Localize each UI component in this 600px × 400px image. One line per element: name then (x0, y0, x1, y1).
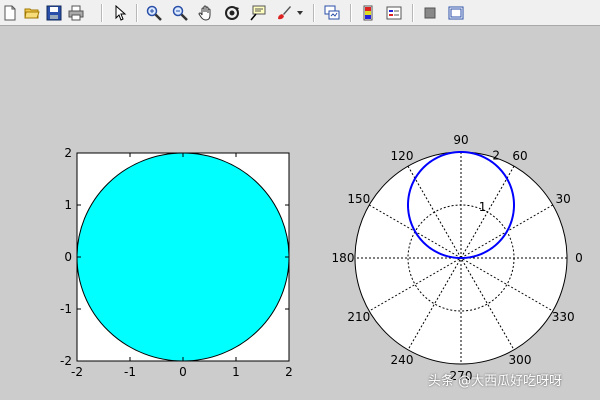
polar-angle-label: 30 (556, 192, 571, 206)
polar-angle-label: 150 (347, 192, 370, 206)
polar-angle-label: 120 (391, 149, 414, 163)
polar-angle-label: 300 (509, 353, 532, 367)
open-file-button[interactable] (22, 3, 42, 23)
printer-icon (68, 5, 84, 21)
toolbar-separator (350, 4, 352, 22)
legend-icon (386, 6, 402, 20)
save-figure-button[interactable] (44, 3, 64, 23)
figure-canvas: -2 -1 0 1 2 2 1 0 -1 -2 12 0 30 60 90 120 150 180 210 24… (0, 27, 600, 400)
zoom-out-icon (172, 5, 188, 21)
zoom-out-button[interactable] (170, 3, 190, 23)
toolbar-separator (101, 4, 103, 22)
chevron-down-icon (297, 11, 303, 15)
legend-button[interactable] (384, 3, 404, 23)
rotate-3d-button[interactable] (222, 3, 242, 23)
show-plot-tools-button[interactable] (446, 3, 466, 23)
print-figure-button[interactable] (66, 3, 86, 23)
link-plot-icon (324, 5, 340, 20)
colorbar-icon (363, 5, 373, 21)
toolbar-separator (412, 4, 414, 22)
polar-angle-label: 330 (552, 310, 575, 324)
polar-angle-label: 240 (391, 353, 414, 367)
polar-angle-label: 60 (512, 149, 527, 163)
brush-dropdown-button[interactable] (294, 3, 306, 23)
pan-button[interactable] (196, 3, 216, 23)
hand-icon (198, 5, 211, 21)
pointer-arrow-icon (115, 5, 127, 21)
colorbar-button[interactable] (358, 3, 378, 23)
polar-angle-label: 180 (332, 251, 355, 265)
hide-tools-icon (424, 7, 436, 19)
new-figure-button[interactable] (0, 3, 20, 23)
polar-angle-label: 0 (575, 251, 583, 265)
watermark-text: 头条 @大西瓜好吃呀呀 (428, 374, 563, 389)
data-cursor-icon (250, 5, 266, 21)
folder-open-icon (24, 8, 40, 19)
polar-r-label: 1 (479, 200, 487, 214)
hide-plot-tools-button[interactable] (420, 3, 440, 23)
save-disk-icon (46, 5, 62, 21)
zoom-in-button[interactable] (144, 3, 164, 23)
brush-icon (278, 6, 291, 20)
toolbar-separator (313, 4, 315, 22)
polar-axes[interactable]: 12 0306090120150180210240270300330 (0, 27, 600, 400)
data-cursor-button[interactable] (248, 3, 268, 23)
polar-r-label: 2 (492, 149, 500, 163)
brush-button[interactable] (274, 3, 294, 23)
figure-toolbar (0, 0, 600, 26)
new-file-icon (4, 5, 16, 21)
link-plot-button[interactable] (322, 3, 342, 23)
rotate-icon (225, 6, 239, 20)
zoom-in-icon (146, 5, 162, 21)
toolbar-separator (136, 4, 138, 22)
polar-angle-label: 210 (347, 310, 370, 324)
edit-plot-button[interactable] (110, 3, 130, 23)
show-tools-icon (448, 6, 464, 20)
polar-angle-label: 90 (453, 133, 468, 147)
